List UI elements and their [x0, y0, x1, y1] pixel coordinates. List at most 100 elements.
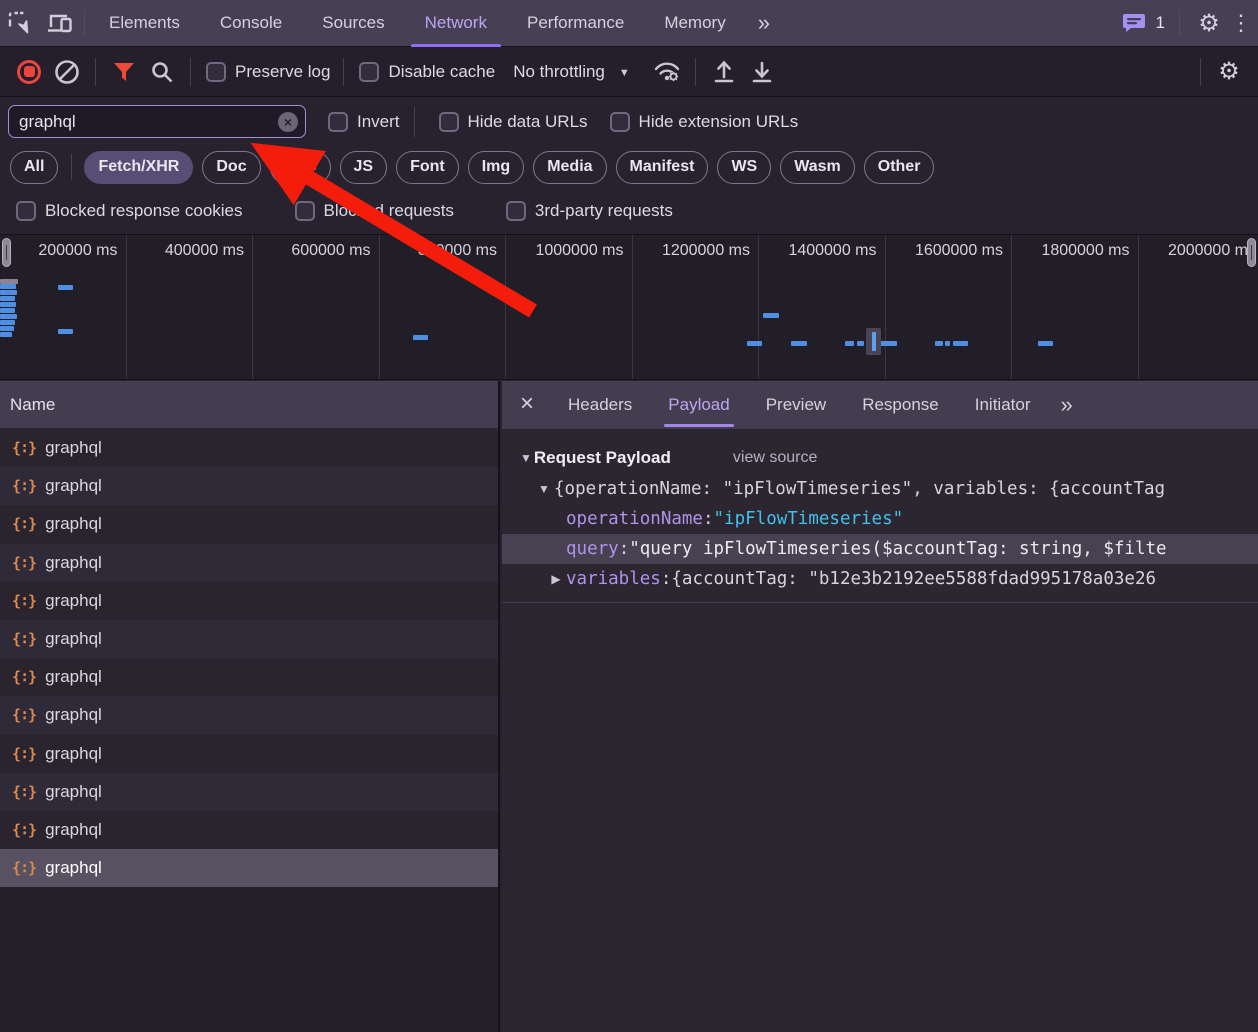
hide-extension-urls-label: Hide extension URLs [638, 111, 799, 131]
name-column-header[interactable]: Name [0, 381, 498, 429]
waterfall-bar [0, 290, 17, 295]
export-har-icon[interactable] [743, 54, 781, 90]
request-name: graphql [45, 858, 102, 878]
invert-checkbox[interactable] [328, 111, 348, 132]
key-separator: : [618, 539, 630, 559]
waterfall-bar [880, 341, 897, 346]
json-request-icon: {∶} [12, 477, 37, 496]
record-network-log-icon[interactable] [10, 54, 48, 90]
hide-data-urls-label: Hide data URLs [467, 111, 588, 131]
option-checkbox[interactable] [16, 201, 36, 221]
request-row[interactable]: {∶} graphql [0, 505, 498, 544]
issues-icon[interactable] [1119, 6, 1149, 40]
filter-chip-font[interactable]: Font [396, 150, 459, 184]
filter-chip-manifest[interactable]: Manifest [615, 150, 709, 184]
import-har-icon[interactable] [705, 54, 743, 90]
payload-tree-row[interactable]: ▼ {operationName: "ipFlowTimeseries", var… [502, 474, 1258, 504]
disable-cache-checkbox[interactable] [359, 61, 380, 82]
throttling-caret-icon[interactable]: ▼ [619, 67, 630, 79]
request-row[interactable]: {∶} graphql [0, 543, 498, 582]
filter-chip-other[interactable]: Other [863, 150, 935, 184]
detail-tabs: × Headers Payload Preview Response Initiator… [502, 381, 1258, 430]
expand-toggle-icon[interactable]: ▼ [534, 482, 554, 496]
tab-console[interactable]: Console [200, 0, 302, 47]
kebab-menu-icon[interactable]: ⋮ [1224, 6, 1258, 40]
overview-handle[interactable] [2, 238, 11, 267]
payload-tree: ▼ {operationName: "ipFlowTimeseries", var… [502, 474, 1258, 594]
filter-chip-media[interactable]: Media [533, 150, 607, 184]
network-settings-gear-icon[interactable]: ⚙ [1210, 54, 1248, 90]
request-row[interactable]: {∶} graphql [0, 429, 498, 468]
request-name: graphql [45, 590, 102, 610]
filter-icon[interactable] [105, 54, 143, 90]
detail-tab-preview[interactable]: Preview [748, 381, 844, 430]
filter-chip-ws[interactable]: WS [717, 150, 772, 184]
request-row[interactable]: {∶} graphql [0, 810, 498, 850]
filter-chip-img[interactable]: Img [467, 150, 525, 184]
option-checkbox[interactable] [505, 201, 526, 221]
request-row[interactable]: {∶} graphql [0, 581, 498, 620]
option-checkbox[interactable] [294, 201, 315, 221]
expand-toggle-icon[interactable]: ▶ [546, 572, 566, 586]
detail-tab-response[interactable]: Response [844, 381, 957, 430]
network-toolbar: Preserve log Disable cache No throttling… [0, 47, 1258, 97]
filter-chip-fetchxhr[interactable]: Fetch/XHR [84, 150, 194, 184]
view-source-link[interactable]: view source [733, 449, 817, 467]
network-overview-timeline[interactable]: 200000 ms 400000 ms 600000 ms 800000 ms 1000… [0, 235, 1258, 380]
toggle-device-toolbar-icon[interactable] [40, 6, 80, 40]
hide-extension-urls-checkbox[interactable] [609, 111, 630, 132]
clear-filter-icon[interactable]: × [278, 111, 298, 132]
key-separator: : [660, 569, 672, 589]
close-details-icon[interactable]: × [502, 390, 550, 421]
request-row[interactable]: {∶} graphql [0, 658, 498, 697]
detail-tab-headers[interactable]: Headers [550, 381, 650, 430]
overview-handle[interactable] [1247, 238, 1256, 267]
filter-chip-all[interactable]: All [10, 150, 59, 184]
tab-sources[interactable]: Sources [302, 0, 404, 47]
timeline-column: 1800000 ms [1012, 235, 1139, 379]
request-row[interactable]: {∶} graphql [0, 734, 498, 773]
timeline-column: 400000 ms [127, 235, 253, 379]
payload-tree-row[interactable]: ▶ variables: {accountTag: "b12e3b2192ee55… [502, 564, 1258, 594]
devtools-window: Elements Console Sources Network Performance… [0, 0, 1258, 1032]
tab-network[interactable]: Network [405, 0, 507, 47]
detail-tab-initiator[interactable]: Initiator [957, 381, 1049, 430]
throttling-select[interactable]: No throttling [513, 62, 605, 82]
tab-elements[interactable]: Elements [89, 0, 200, 47]
payload-pane: ▼ Request Payload view source ▼ {operatio… [502, 430, 1258, 603]
waterfall-bar [857, 341, 864, 346]
section-collapse-icon[interactable]: ▼ [520, 451, 532, 465]
tab-performance[interactable]: Performance [507, 0, 644, 47]
inspect-element-icon[interactable] [0, 6, 40, 40]
request-row[interactable]: {∶} graphql [0, 849, 498, 888]
payload-tree-row[interactable]: query: "query ipFlowTimeseries($accountT… [502, 534, 1258, 564]
more-panels-icon[interactable]: » [746, 10, 780, 36]
filter-chip-wasm[interactable]: Wasm [780, 150, 855, 184]
json-request-icon: {∶} [12, 668, 37, 687]
settings-gear-icon[interactable]: ⚙ [1194, 6, 1224, 40]
detail-tab-payload[interactable]: Payload [650, 381, 747, 430]
filter-input[interactable] [9, 111, 305, 132]
filter-input-box: × [8, 105, 306, 138]
timeline-tick-label: 1000000 ms [535, 242, 624, 259]
tab-memory[interactable]: Memory [644, 0, 745, 47]
network-conditions-icon[interactable] [648, 54, 686, 90]
filter-chip-js[interactable]: JS [339, 150, 388, 184]
request-row[interactable]: {∶} graphql [0, 467, 498, 506]
divider [190, 57, 191, 86]
filter-chip-doc[interactable]: Doc [202, 150, 261, 184]
invert-label: Invert [357, 111, 400, 131]
filter-chip-css[interactable]: CSS [269, 150, 331, 184]
request-row[interactable]: {∶} graphql [0, 696, 498, 735]
search-icon[interactable] [143, 54, 181, 90]
payload-section-title: Request Payload [533, 448, 671, 467]
request-name: graphql [45, 819, 102, 839]
payload-tree-row[interactable]: operationName: "ipFlowTimeseries" [502, 504, 1258, 534]
hide-data-urls-checkbox[interactable] [438, 111, 459, 132]
request-row[interactable]: {∶} graphql [0, 772, 498, 811]
divider [84, 10, 85, 36]
more-detail-tabs-icon[interactable]: » [1049, 392, 1083, 418]
preserve-log-checkbox[interactable] [206, 61, 226, 82]
request-row[interactable]: {∶} graphql [0, 619, 498, 659]
clear-network-log-icon[interactable] [48, 54, 86, 90]
